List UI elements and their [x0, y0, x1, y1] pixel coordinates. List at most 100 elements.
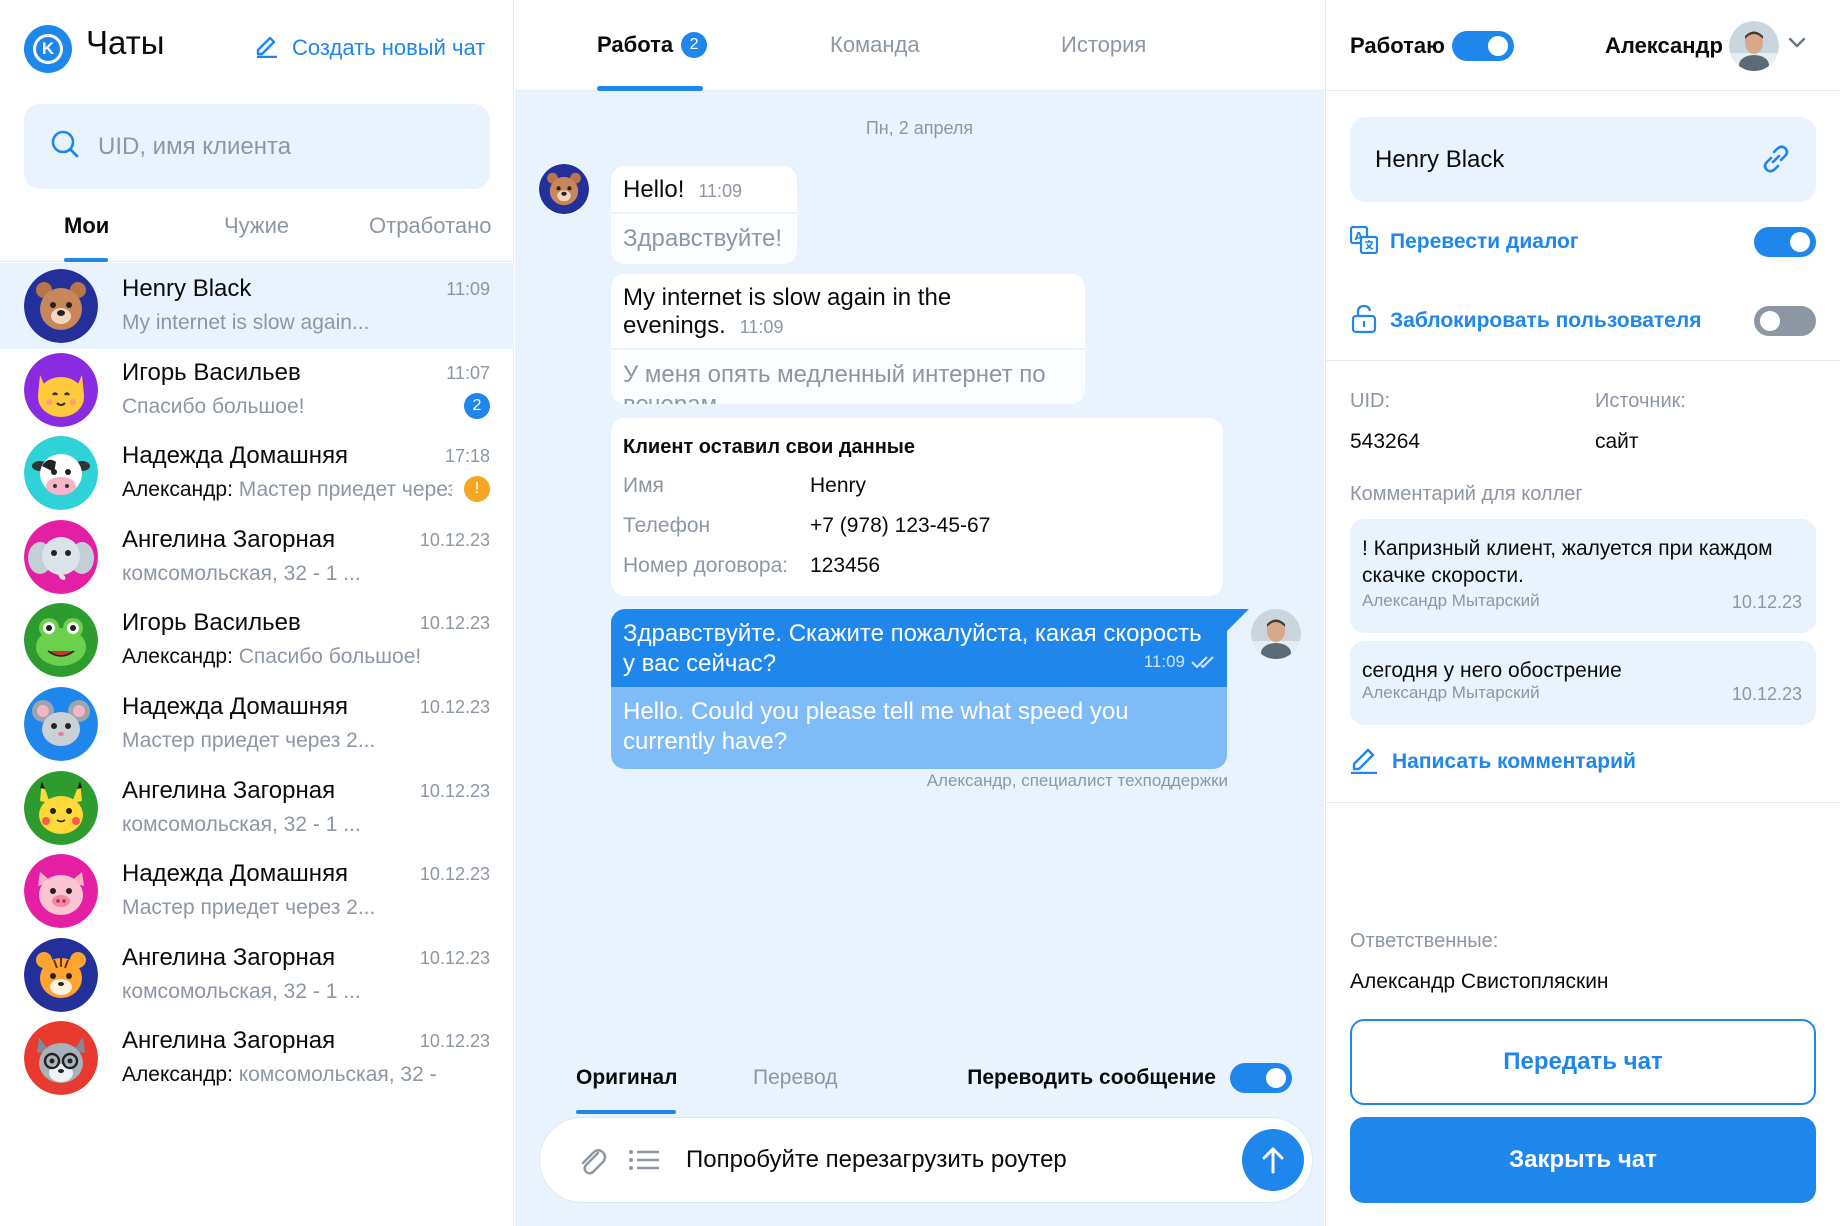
left-header: K Чаты Создать новый чат [0, 0, 514, 90]
chat-name: Ангелина Загорная [122, 776, 336, 804]
link-icon[interactable] [1758, 141, 1794, 182]
chat-list-item[interactable]: Надежда Домашняя 10.12.23 Мастер приедет ч… [0, 848, 514, 932]
chat-name: Надежда Домашняя [122, 860, 349, 888]
source-label: Источник: [1595, 390, 1686, 412]
chat-list-item[interactable]: Надежда Домашняя 10.12.23 Мастер приедет ч… [0, 681, 514, 765]
chat-name: Надежда Домашняя [122, 442, 349, 470]
message-text: Hello! [623, 176, 685, 203]
tab-translation[interactable]: Перевод [753, 1066, 838, 1090]
work-status-toggle[interactable] [1452, 31, 1514, 61]
comment-author: Александр Мытарский [1362, 591, 1540, 610]
block-user-toggle[interactable] [1754, 306, 1816, 336]
data-value: +7 (978) 123-45-67 [810, 514, 991, 537]
chat-time: 11:09 [446, 279, 490, 299]
tab-mine[interactable]: Мои [64, 213, 109, 239]
message-translation: Здравствуйте! [611, 212, 797, 264]
chat-list-item[interactable]: Ангелина Загорная 10.12.23 Александр: комс… [0, 1015, 514, 1099]
tab-others[interactable]: Чужие [224, 213, 289, 239]
preview-text: комсомольская, 32 - 1 ... [122, 561, 361, 585]
bear-icon [539, 164, 589, 214]
block-user-option: Заблокировать пользователя [1350, 301, 1816, 341]
chat-preview: My internet is slow again... [122, 311, 452, 335]
chat-name: Ангелина Загорная [122, 1027, 336, 1055]
chat-list: Henry Black 11:09 My internet is slow agai… [0, 263, 514, 1226]
chat-time: 10.12.23 [419, 529, 490, 550]
client-card: Henry Black [1350, 117, 1816, 202]
message-text: My internet is slow again in the evening… [623, 284, 952, 339]
message-time: 11:09 [739, 317, 784, 337]
tab-work[interactable]: Работа 2 [597, 32, 708, 58]
message-input[interactable] [686, 1138, 1206, 1182]
chat-preview: комсомольская, 32 - 1 ... [122, 813, 452, 837]
search-input[interactable] [98, 132, 438, 161]
tab-done[interactable]: Отработано [369, 213, 491, 239]
cat-avatar-icon [24, 352, 98, 427]
work-status-label: Работаю [1350, 33, 1445, 58]
chat-name: Henry Black [122, 275, 252, 302]
tab-original[interactable]: Оригинал [576, 1066, 677, 1090]
client-info-panel: Работаю Александр Henry Black A Перевест… [1325, 0, 1840, 1226]
incoming-message: Hello! 11:09 Здравствуйте! [611, 166, 797, 264]
preview-text: Мастер приедет через 2... [122, 896, 376, 920]
data-row: Телефон +7 (978) 123-45-67 [623, 514, 990, 538]
client-avatar [539, 164, 589, 214]
bubble-tail [1227, 609, 1249, 631]
chat-list-item[interactable]: Ангелина Загорная 10.12.23 комсомольская, … [0, 932, 514, 1016]
chat-name: Игорь Васильев [122, 609, 301, 637]
chat-time: 10.12.23 [419, 780, 490, 801]
data-row: Номер договора: 123456 [623, 554, 880, 578]
preview-text: My internet is slow again... [122, 311, 370, 334]
user-avatar[interactable] [1729, 21, 1779, 71]
app-title: Чаты [86, 24, 165, 61]
chat-name: Ангелина Загорная [122, 943, 336, 971]
comment-author: Александр Мытарский [1362, 683, 1540, 702]
cow-avatar-icon [24, 436, 98, 511]
block-user-label: Заблокировать пользователя [1390, 309, 1702, 332]
new-chat-label: Создать новый чат [292, 35, 486, 60]
chat-list-item[interactable]: Игорь Васильев 11:07 Спасибо большое! 2 [0, 347, 514, 431]
chevron-down-icon[interactable] [1788, 36, 1806, 54]
comments-label: Комментарий для коллег [1350, 483, 1583, 505]
chat-filter-tabs: Мои Чужие Отработано [0, 210, 514, 262]
chat-preview: Мастер приедет через 2... [122, 896, 452, 920]
write-comment-button[interactable]: Написать комментарий [1350, 744, 1636, 780]
close-chat-button[interactable]: Закрыть чат [1350, 1117, 1816, 1203]
chat-list-item[interactable]: Henry Black 11:09 My internet is slow agai… [0, 263, 514, 349]
chat-list-item[interactable]: Надежда Домашняя 17:18 Александр: Мастер п… [0, 430, 514, 514]
tab-history[interactable]: История [1061, 32, 1146, 58]
templates-list-icon[interactable] [628, 1148, 660, 1177]
search-box[interactable] [24, 104, 490, 189]
comment-card: сегодня у него обострение Александр Мыта… [1350, 641, 1816, 725]
chat-list-item[interactable]: Игорь Васильев 10.12.23 Александр: Спасибо… [0, 597, 514, 681]
raccoon-avatar-icon [24, 1021, 98, 1096]
message-composer [539, 1117, 1313, 1203]
transfer-chat-button[interactable]: Передать чат [1350, 1019, 1816, 1105]
current-user-name[interactable]: Александр [1605, 33, 1723, 59]
comment-date: 10.12.23 [1731, 592, 1802, 612]
preview-text: Мастер приедет через 2... [238, 478, 452, 502]
chat-list-item[interactable]: Ангелина Загорная 10.12.23 комсомольская, … [0, 514, 514, 598]
preview-text: комсомольская, 32 - [232, 1063, 437, 1087]
client-data-title: Клиент оставил свои данные [623, 436, 916, 458]
arrow-up-icon [1262, 1147, 1284, 1174]
paperclip-icon[interactable] [576, 1144, 608, 1183]
chat-time: 10.12.23 [419, 947, 490, 968]
chat-preview: комсомольская, 32 - 1 ... [122, 980, 452, 1004]
preview-text: комсомольская, 32 - 1 ... [122, 979, 361, 1003]
chat-time: 17:18 [444, 446, 490, 467]
tab-team[interactable]: Команда [830, 32, 920, 58]
comment-card: ! Капризный клиент, жалуется при каждом … [1350, 519, 1816, 633]
send-button[interactable] [1242, 1129, 1304, 1191]
person-photo-icon [1729, 21, 1779, 71]
data-value: 123456 [810, 554, 881, 577]
tab-work-label: Работа [597, 32, 674, 57]
translate-dialog-toggle[interactable] [1754, 227, 1816, 257]
translate-message-toggle[interactable] [1230, 1063, 1292, 1093]
new-chat-button[interactable]: Создать новый чат [254, 32, 485, 64]
chat-list-item[interactable]: Ангелина Загорная 10.12.23 комсомольская, … [0, 765, 514, 849]
unread-count-badge: 2 [464, 392, 490, 419]
pikachu-avatar-icon [24, 770, 98, 845]
preview-text: комсомольская, 32 - 1 ... [122, 812, 361, 836]
message-translation: У меня опять медленный интернет по вечер… [611, 348, 1085, 404]
message-translation: Hello. Could you please tell me what spe… [611, 687, 1227, 769]
